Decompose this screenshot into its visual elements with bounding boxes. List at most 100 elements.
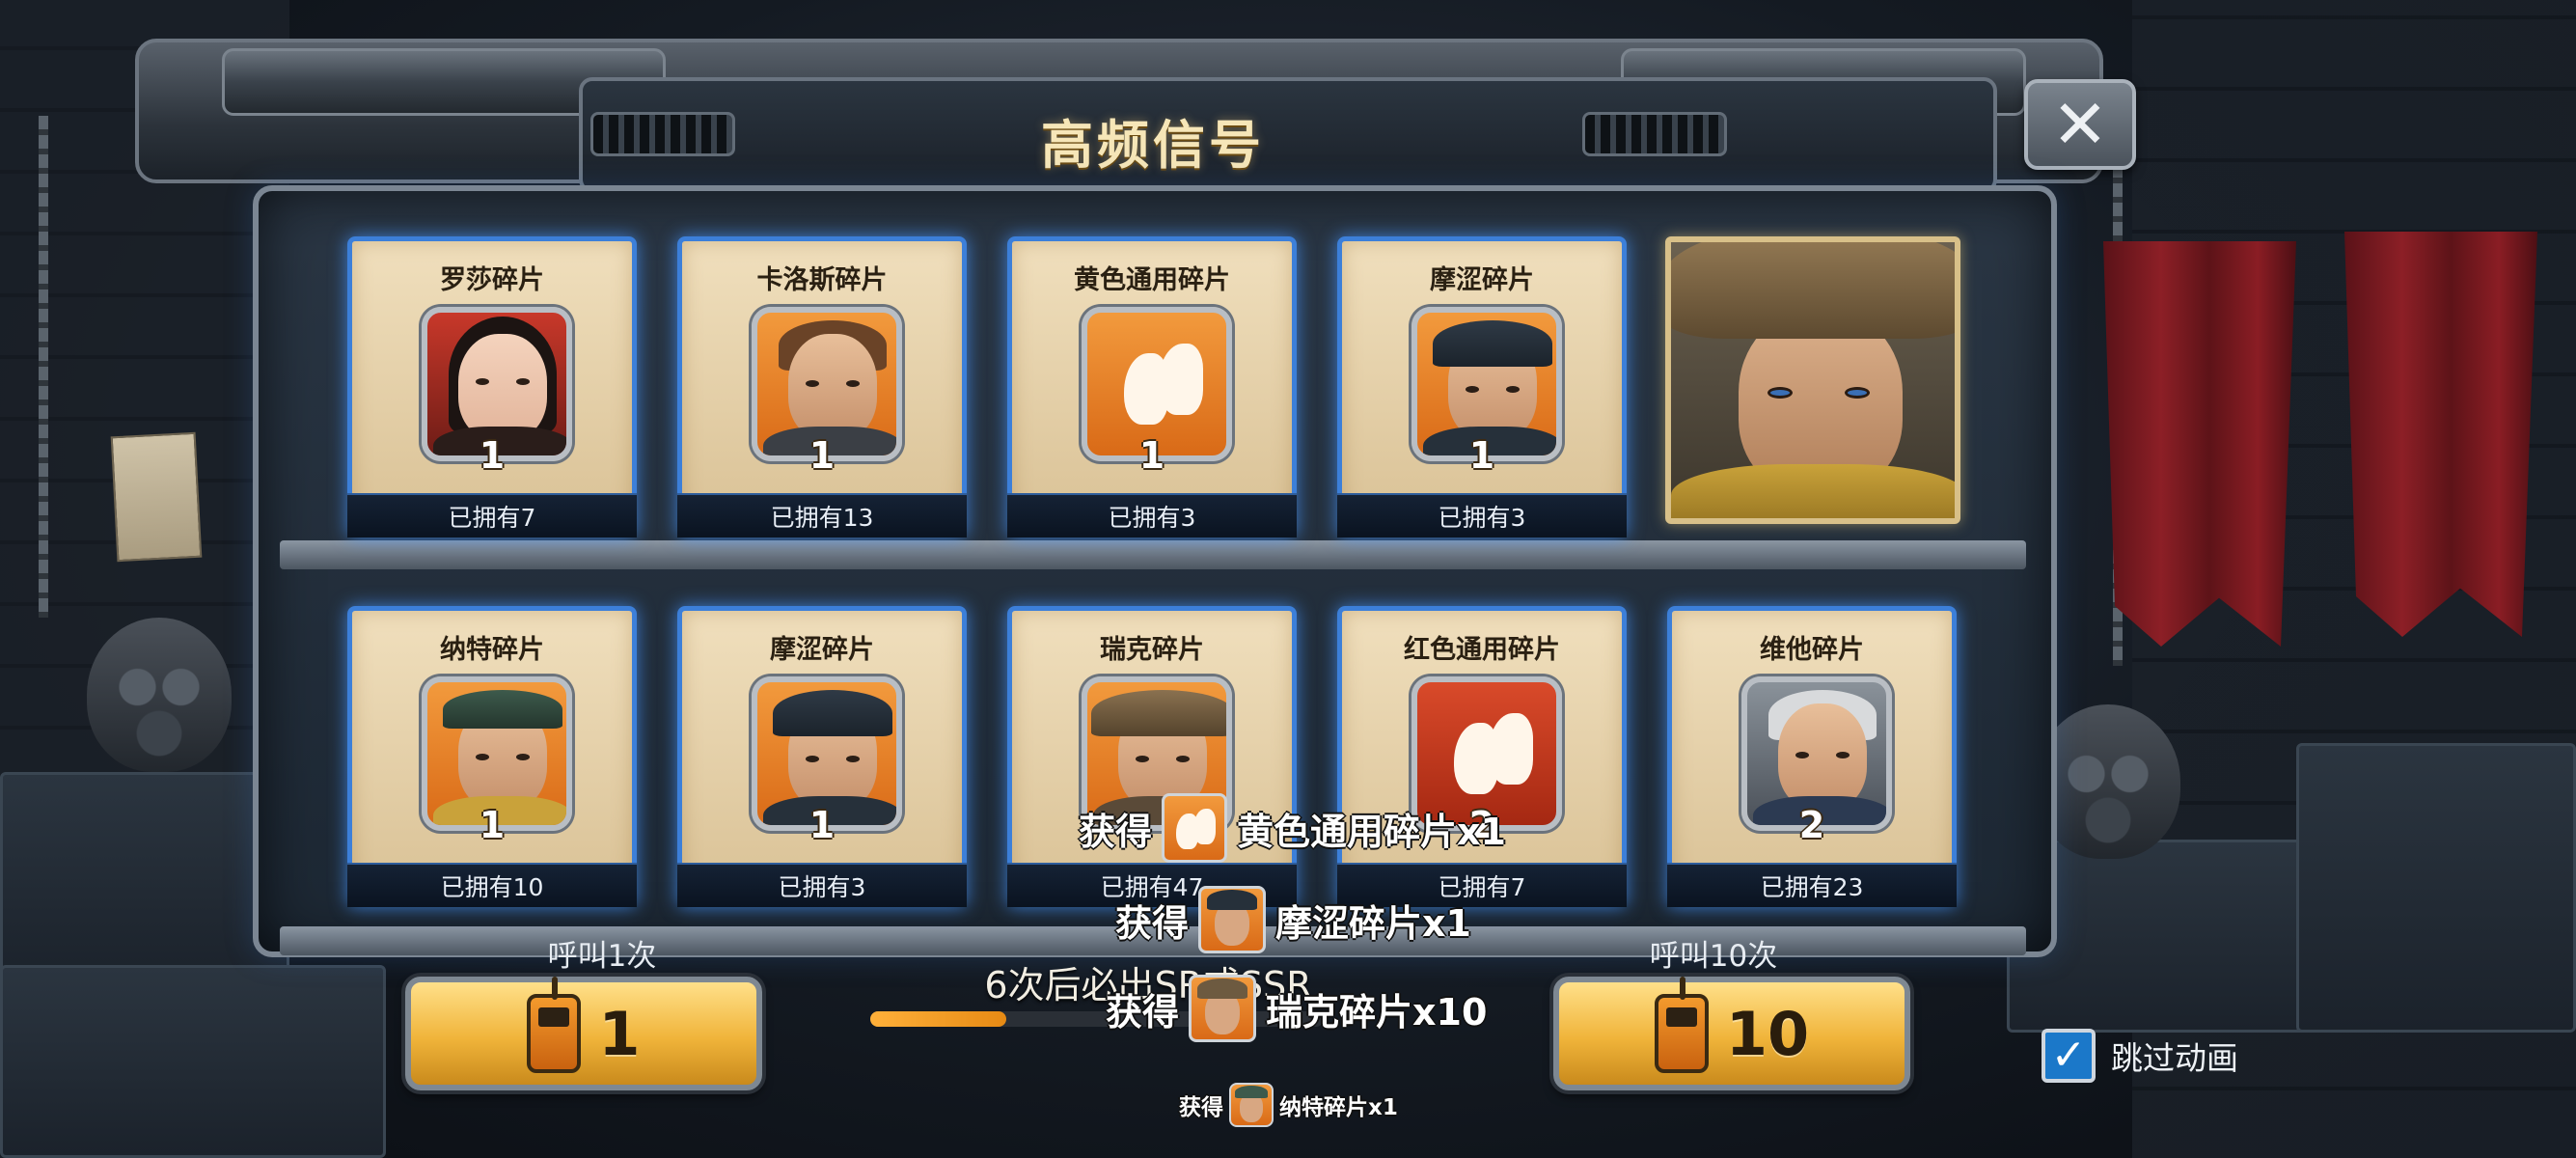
walkie-talkie-icon bbox=[1654, 977, 1709, 1073]
call-once-button[interactable]: 1 bbox=[405, 977, 762, 1090]
fragment-card-carlos[interactable]: 卡洛斯碎片 1 已拥有13 bbox=[677, 236, 967, 538]
owned-count: 已拥有10 bbox=[347, 863, 637, 907]
gas-mask-decoration bbox=[2036, 704, 2180, 859]
reward-prefix: 获得 bbox=[1115, 901, 1190, 945]
page-title: 高频信号 bbox=[1041, 115, 1265, 176]
hero-eye bbox=[846, 380, 860, 387]
hanging-chain bbox=[39, 116, 48, 618]
hero-eye bbox=[1836, 752, 1850, 758]
hero-eye bbox=[1466, 386, 1479, 393]
hero-beret bbox=[1235, 1085, 1268, 1099]
call-ten-button[interactable]: 10 bbox=[1553, 977, 1910, 1090]
owned-count: 已拥有13 bbox=[677, 493, 967, 538]
hero-eye bbox=[1176, 756, 1190, 762]
card-name: 卡洛斯碎片 bbox=[756, 265, 888, 295]
call-ten-cost: 10 bbox=[1725, 998, 1810, 1069]
reward-prefix: 获得 bbox=[1079, 810, 1153, 853]
fragment-count: 1 bbox=[479, 434, 506, 477]
hero-collar bbox=[1671, 464, 1955, 518]
supply-crate bbox=[0, 965, 386, 1158]
fragment-card-vita[interactable]: 维他碎片 2 已拥有23 bbox=[1667, 606, 1957, 907]
fragment-card-morse[interactable]: 摩涩碎片 1 已拥有3 bbox=[677, 606, 967, 907]
owned-count: 已拥有7 bbox=[347, 493, 637, 538]
card-name: 摩涩碎片 bbox=[770, 635, 874, 665]
skip-animation-label: 跳过动画 bbox=[2111, 1039, 2238, 1077]
fragment-count: 1 bbox=[479, 804, 506, 846]
walkie-talkie-icon bbox=[527, 977, 582, 1073]
red-curtain bbox=[2103, 241, 2296, 647]
twin-heads-icon bbox=[1446, 707, 1539, 804]
reward-prefix: 获得 bbox=[1179, 1095, 1223, 1120]
card-name: 黄色通用碎片 bbox=[1074, 265, 1230, 295]
fragment-count: 1 bbox=[808, 804, 836, 846]
morse-fragment-icon bbox=[1198, 886, 1267, 953]
hero-eye bbox=[516, 754, 530, 760]
supply-crate bbox=[2296, 743, 2576, 1033]
reward-text: 黄色通用碎片x1 bbox=[1237, 810, 1506, 853]
twin-heads-icon bbox=[1116, 338, 1209, 434]
call-once-cost: 1 bbox=[598, 998, 641, 1069]
vent-grille bbox=[590, 112, 735, 156]
reward-toast: 获得 黄色通用碎片x1 bbox=[1079, 793, 1506, 863]
hero-eye bbox=[476, 378, 489, 385]
rick-fragment-icon bbox=[1189, 975, 1257, 1042]
hero-hat bbox=[1671, 242, 1955, 339]
hero-cap bbox=[1207, 890, 1257, 910]
reward-text: 瑞克碎片x10 bbox=[1266, 990, 1488, 1034]
hero-cap bbox=[1433, 320, 1552, 367]
owned-count: 已拥有23 bbox=[1667, 863, 1957, 907]
head-silhouette bbox=[1489, 713, 1533, 785]
fragment-card-morse[interactable]: 摩涩碎片 1 已拥有3 bbox=[1337, 236, 1627, 538]
owned-count: 已拥有3 bbox=[1337, 493, 1627, 538]
fragment-count: 1 bbox=[1138, 434, 1165, 477]
card-name: 摩涩碎片 bbox=[1430, 265, 1534, 295]
reward-toast: 获得 摩涩碎片x1 bbox=[1115, 886, 1471, 953]
owned-count: 已拥有3 bbox=[677, 863, 967, 907]
head-silhouette bbox=[1193, 809, 1217, 844]
close-icon: ✕ bbox=[2051, 85, 2109, 164]
hero-hat bbox=[1091, 690, 1226, 736]
hero-eye bbox=[1506, 386, 1520, 393]
wall-poster bbox=[110, 431, 203, 563]
cabinet-shelf bbox=[280, 540, 2026, 569]
call-once-label: 呼叫1次 bbox=[547, 939, 657, 974]
fragment-card-rosa[interactable]: 罗莎碎片 1 已拥有7 bbox=[347, 236, 637, 538]
hero-cap bbox=[773, 690, 892, 736]
fragment-count: 2 bbox=[1798, 804, 1825, 846]
card-name: 瑞克碎片 bbox=[1100, 635, 1204, 665]
hero-eye bbox=[806, 380, 819, 387]
hero-eye bbox=[846, 756, 860, 762]
fragment-card-nate[interactable]: 纳特碎片 1 已拥有10 bbox=[347, 606, 637, 907]
reward-text: 纳特碎片x1 bbox=[1279, 1095, 1398, 1120]
hero-eye bbox=[1768, 387, 1793, 399]
call-ten-label: 呼叫10次 bbox=[1649, 939, 1778, 974]
gas-mask-decoration bbox=[87, 618, 232, 772]
hero-face bbox=[788, 334, 877, 440]
close-button[interactable]: ✕ bbox=[2024, 79, 2136, 170]
reward-text: 摩涩碎片x1 bbox=[1275, 901, 1471, 945]
checkmark-icon: ✓ bbox=[2050, 1031, 2087, 1080]
hero-eye bbox=[806, 756, 819, 762]
card-name: 罗莎碎片 bbox=[440, 265, 544, 295]
skip-animation-toggle[interactable]: ✓ 跳过动画 bbox=[2042, 1029, 2238, 1083]
reward-toast: 获得 瑞克碎片x10 bbox=[1106, 975, 1487, 1042]
card-name: 维他碎片 bbox=[1760, 635, 1864, 665]
hero-eye bbox=[1795, 752, 1809, 758]
head-silhouette bbox=[1159, 344, 1203, 415]
vent-grille bbox=[1582, 112, 1727, 156]
supply-crate bbox=[0, 772, 289, 984]
reward-toast: 获得 纳特碎片x1 bbox=[1179, 1083, 1398, 1127]
hero-eye bbox=[516, 378, 530, 385]
yellow-fragment-icon bbox=[1162, 793, 1228, 863]
red-curtain bbox=[2344, 232, 2537, 637]
twin-heads-icon bbox=[1172, 806, 1217, 849]
featured-hero-portrait[interactable] bbox=[1665, 236, 1960, 524]
hero-eye bbox=[1136, 756, 1149, 762]
hero-face bbox=[458, 334, 547, 440]
hero-eye bbox=[476, 754, 489, 760]
card-name: 红色通用碎片 bbox=[1404, 635, 1560, 665]
hero-hat bbox=[1197, 979, 1247, 999]
hero-eye bbox=[1845, 387, 1870, 399]
fragment-card-yellow-generic[interactable]: 黄色通用碎片 1 已拥有3 bbox=[1007, 236, 1297, 538]
skip-animation-checkbox[interactable]: ✓ bbox=[2042, 1029, 2096, 1083]
